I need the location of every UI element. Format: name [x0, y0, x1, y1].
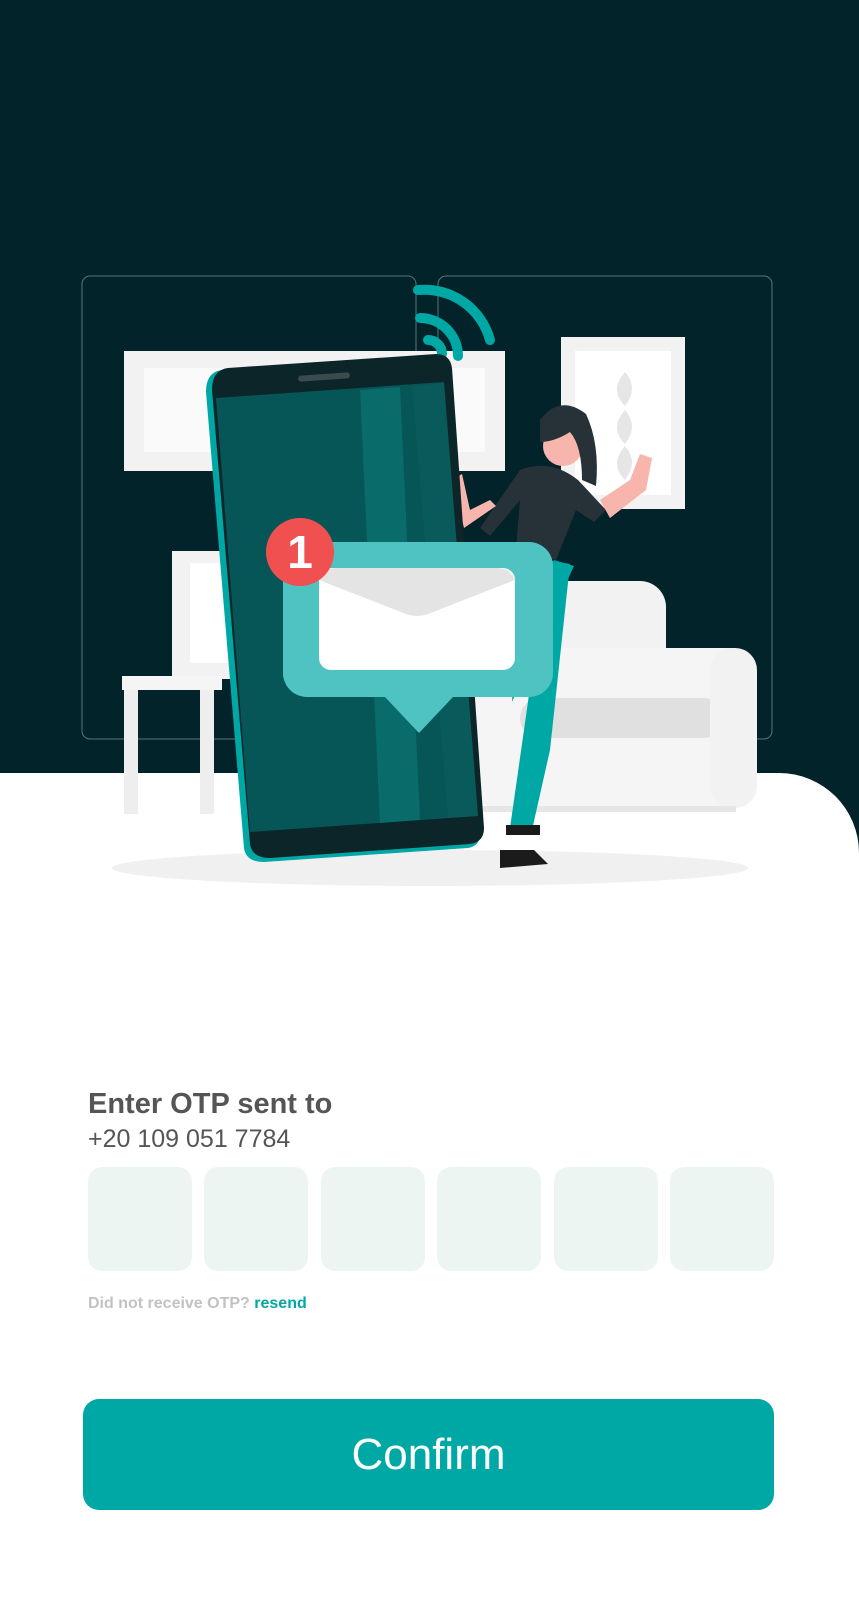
- wifi-icon: [413, 284, 495, 361]
- confirm-button[interactable]: Confirm: [83, 1399, 774, 1510]
- notification-badge-count: 1: [287, 526, 313, 578]
- otp-digit-3[interactable]: [320, 1167, 425, 1271]
- otp-input-group: [88, 1167, 774, 1271]
- table: [122, 676, 222, 690]
- otp-phone-number: +20 109 051 7784: [88, 1125, 291, 1153]
- otp-digit-5[interactable]: [553, 1167, 658, 1271]
- otp-title: Enter OTP sent to: [88, 1088, 333, 1120]
- otp-digit-2[interactable]: [204, 1167, 309, 1271]
- resend-prompt: Did not receive OTP?: [88, 1295, 250, 1312]
- otp-digit-1[interactable]: [88, 1167, 192, 1271]
- otp-digit-6[interactable]: [669, 1167, 774, 1271]
- otp-digit-4[interactable]: [437, 1167, 542, 1271]
- resend-line: Did not receive OTP? resend: [88, 1295, 307, 1313]
- notification-badge: 1: [266, 518, 334, 586]
- floor-shadow: [112, 850, 748, 886]
- resend-link[interactable]: resend: [254, 1295, 306, 1312]
- otp-illustration: 1: [81, 275, 773, 886]
